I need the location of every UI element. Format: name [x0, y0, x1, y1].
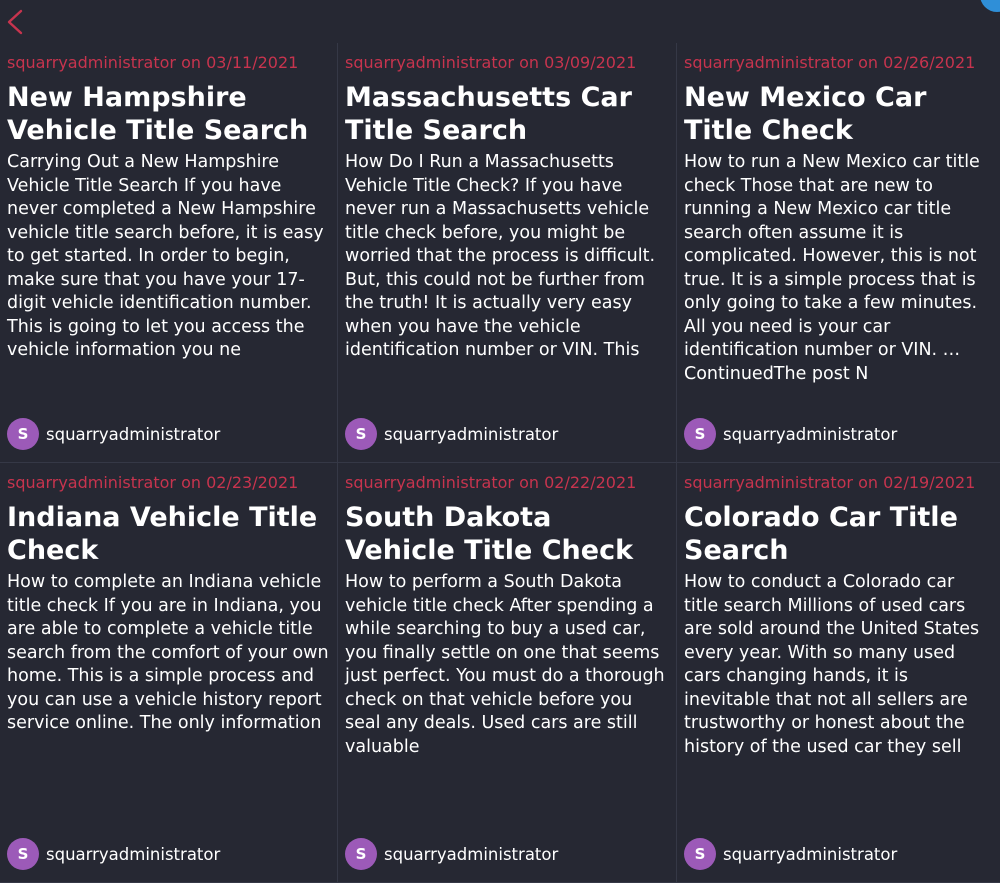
post-author[interactable]: S squarryadministrator — [345, 418, 558, 450]
author-name: squarryadministrator — [723, 844, 898, 864]
back-button[interactable] — [3, 6, 27, 38]
post-card[interactable]: squarryadministrator on 03/11/2021 New H… — [0, 43, 338, 463]
post-meta: squarryadministrator on 02/23/2021 — [7, 473, 299, 492]
post-card[interactable]: squarryadministrator on 02/19/2021 Color… — [677, 463, 1000, 883]
post-excerpt: How Do I Run a Massachusetts Vehicle Tit… — [345, 152, 656, 360]
post-excerpt: How to perform a South Dakota vehicle ti… — [345, 572, 665, 757]
post-title[interactable]: Massachusetts Car Title Search — [345, 81, 668, 147]
post-excerpt: How to complete an Indiana vehicle title… — [7, 572, 329, 733]
post-title[interactable]: New Hampshire Vehicle Title Search — [7, 81, 329, 147]
author-name: squarryadministrator — [384, 424, 559, 444]
floating-action-button[interactable] — [980, 0, 1000, 12]
post-card[interactable]: squarryadministrator on 03/09/2021 Massa… — [338, 43, 677, 463]
post-meta: squarryadministrator on 03/09/2021 — [345, 53, 637, 72]
post-title[interactable]: South Dakota Vehicle Title Check — [345, 501, 668, 567]
author-name: squarryadministrator — [723, 424, 898, 444]
post-author[interactable]: S squarryadministrator — [684, 418, 897, 450]
post-grid: squarryadministrator on 03/11/2021 New H… — [0, 43, 1000, 883]
avatar: S — [345, 418, 377, 450]
post-card[interactable]: squarryadministrator on 02/22/2021 South… — [338, 463, 677, 883]
post-excerpt: How to run a New Mexico car title check … — [684, 152, 980, 384]
post-author[interactable]: S squarryadministrator — [7, 838, 220, 870]
post-title[interactable]: New Mexico Car Title Check — [684, 81, 992, 147]
avatar: S — [7, 838, 39, 870]
avatar: S — [684, 838, 716, 870]
top-bar — [0, 0, 1000, 43]
post-author[interactable]: S squarryadministrator — [7, 418, 220, 450]
avatar: S — [345, 838, 377, 870]
post-meta: squarryadministrator on 02/26/2021 — [684, 53, 976, 72]
post-meta: squarryadministrator on 02/19/2021 — [684, 473, 976, 492]
avatar: S — [7, 418, 39, 450]
author-name: squarryadministrator — [46, 844, 221, 864]
post-meta: squarryadministrator on 02/22/2021 — [345, 473, 637, 492]
post-title[interactable]: Indiana Vehicle Title Check — [7, 501, 329, 567]
post-card[interactable]: squarryadministrator on 02/26/2021 New M… — [677, 43, 1000, 463]
post-meta: squarryadministrator on 03/11/2021 — [7, 53, 299, 72]
post-author[interactable]: S squarryadministrator — [345, 838, 558, 870]
author-name: squarryadministrator — [384, 844, 559, 864]
author-name: squarryadministrator — [46, 424, 221, 444]
post-excerpt: How to conduct a Colorado car title sear… — [684, 572, 980, 757]
post-excerpt: Carrying Out a New Hampshire Vehicle Tit… — [7, 152, 324, 360]
post-title[interactable]: Colorado Car Title Search — [684, 501, 992, 567]
post-author[interactable]: S squarryadministrator — [684, 838, 897, 870]
avatar: S — [684, 418, 716, 450]
chevron-left-icon — [7, 9, 23, 35]
post-card[interactable]: squarryadministrator on 02/23/2021 India… — [0, 463, 338, 883]
